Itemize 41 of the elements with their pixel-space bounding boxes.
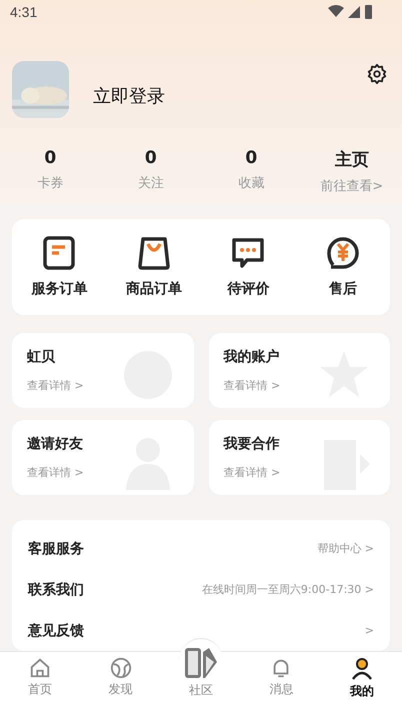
order-button[interactable]: 商品订单 [106,236,201,298]
stat-value: 0 [144,148,157,168]
login-link[interactable]: 立即登录 [93,84,366,108]
feature-card[interactable]: 虹贝 查看详情 > [12,333,194,408]
tab[interactable]: 发现 [80,652,161,715]
status-icons [328,4,374,20]
order-button[interactable]: 服务订单 [12,236,106,298]
card-title: 邀请好友 [27,435,84,453]
chat-icon [231,236,266,270]
service-row[interactable]: 联系我们 在线时间周一至周六9:00-17:30 > [28,569,374,610]
yuan-chat-icon [326,236,360,270]
home-icon [29,657,52,679]
service-label: 客服服务 [28,540,84,558]
feature-card[interactable]: 我的账户 查看详情 > [208,333,390,408]
service-detail: 在线时间周一至周六9:00-17:30 > [202,582,374,597]
order-button[interactable]: 售后 [296,236,390,298]
card-title: 我的账户 [224,348,280,366]
feature-card[interactable]: 我要合作 查看详情 > [208,420,390,495]
service-row[interactable]: 客服服务 帮助中心 > [28,528,374,569]
service-row[interactable]: 意见反馈 > [28,610,374,651]
card-title: 我要合作 [224,435,280,453]
stat-value: 主页 [334,149,369,172]
settings-icon[interactable] [366,63,388,86]
service-detail: 帮助中心 > [317,541,374,556]
order-button[interactable]: 待评价 [201,236,296,298]
person-icon [350,657,374,681]
service-label: 联系我们 [28,580,84,598]
tab[interactable]: 首页 [0,652,80,715]
tab[interactable]: 我的 [322,652,402,715]
stat-value: 0 [44,148,56,168]
service-detail: > [364,624,374,637]
globe-icon [110,657,132,679]
receipt-icon [43,236,76,270]
card-title: 虹贝 [27,348,56,366]
bag-icon [138,236,170,270]
status-time: 4:31 [10,4,38,20]
stat-value: 0 [245,148,258,168]
service-label: 意见反馈 [28,622,84,640]
feature-card[interactable]: 邀请好友 查看详情 > [12,420,194,495]
tab[interactable]: 社区 [160,652,242,715]
tab[interactable]: 消息 [241,652,322,715]
